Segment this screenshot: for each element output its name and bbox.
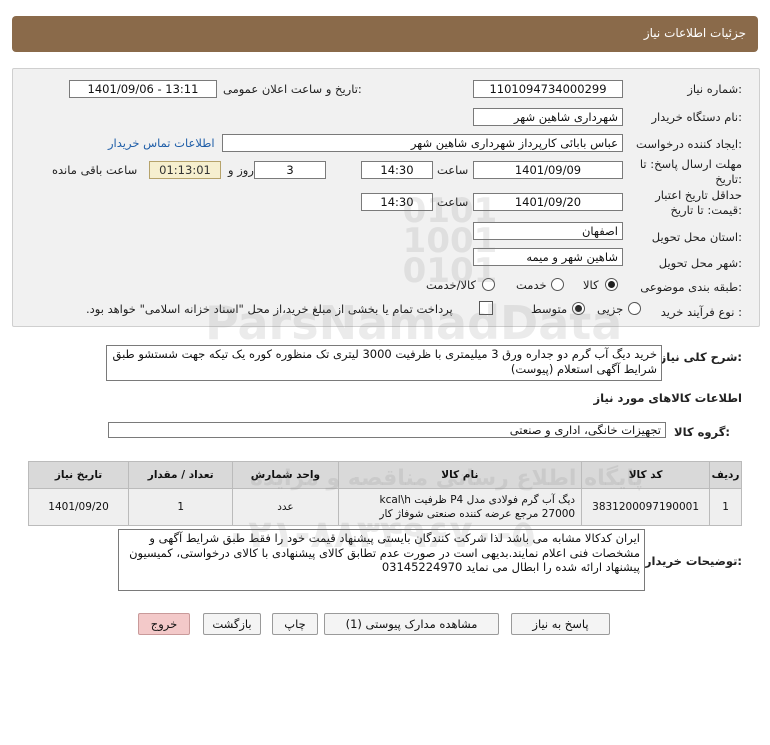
page-header: جزئیات اطلاعات نیاز — [12, 16, 758, 52]
process-minor-radio[interactable] — [628, 302, 641, 315]
col-item-code: کد کالا — [581, 461, 711, 489]
process-medium-radio[interactable] — [572, 302, 585, 315]
cell-quantity: 1 — [128, 488, 234, 526]
category-goods-radio[interactable] — [605, 278, 618, 291]
validity-time-field: 14:30 — [361, 193, 433, 211]
category-option-service-label: خدمت — [516, 278, 547, 292]
summary-label: شرح کلی نیاز: — [659, 350, 742, 364]
back-button[interactable]: بازگشت — [203, 613, 261, 635]
validity-time-label: ساعت — [437, 195, 469, 209]
days-field: 3 — [254, 161, 326, 179]
category-service-radio[interactable] — [551, 278, 564, 291]
announce-label: تاریخ و ساعت اعلان عمومی: — [223, 82, 362, 96]
category-label: طبقه بندی موضوعی: — [640, 280, 742, 294]
buyer-contact-link[interactable]: اطلاعات تماس خریدار — [108, 136, 215, 150]
deadline-label: مهلت ارسال پاسخ: تا — [639, 157, 742, 171]
reply-button[interactable]: پاسخ به نیاز — [511, 613, 610, 635]
deadline-time-label: ساعت — [437, 163, 469, 177]
province-label: استان محل تحویل: — [651, 230, 742, 244]
category-option-goods-label: کالا — [583, 278, 599, 292]
city-field: شاهین شهر و میمه — [473, 248, 623, 266]
goods-group-label: گروه کالا: — [674, 425, 730, 439]
col-unit: واحد شمارش — [232, 461, 339, 489]
col-quantity: تعداد / مقدار — [128, 461, 234, 489]
province-field: اصفهان — [473, 222, 623, 240]
goods-section-title: اطلاعات کالاهای مورد نیاز — [593, 391, 742, 405]
announce-field: 1401/09/06 - 13:11 — [69, 80, 217, 98]
need-number-label: شماره نیاز: — [687, 82, 742, 96]
summary-text: خرید دیگ آب گرم دو جداره ورق 3 میلیمتری … — [106, 345, 662, 381]
treasury-payment-note: پرداخت تمام یا بخشی از مبلغ خرید،از محل … — [86, 302, 453, 316]
validity-date-label: قیمت: تا تاریخ: — [670, 203, 742, 217]
remaining-label: ساعت باقی مانده — [52, 163, 138, 177]
exit-button[interactable]: خروج — [138, 613, 190, 635]
view-attachments-button[interactable]: مشاهده مدارک پیوستی (1) — [324, 613, 499, 635]
city-label: شهر محل تحویل: — [658, 256, 742, 270]
col-item-name: نام کالا — [337, 461, 583, 489]
cell-row-index: 1 — [709, 488, 742, 526]
goods-table: تاریخ نیاز تعداد / مقدار واحد شمارش نام … — [27, 461, 742, 526]
category-both-radio[interactable] — [482, 278, 495, 291]
buyer-notes-text: ایران کدکالا مشابه می باشد لذا شرکت کنند… — [118, 529, 645, 591]
process-option-medium-label: متوسط — [531, 302, 568, 316]
need-number-field: 1101094734000299 — [473, 80, 623, 98]
cell-item-name: دیگ آب گرم فولادی مدل P4 ظرفیت kcal\h 27… — [337, 488, 583, 526]
creator-field: عباس بابائی کارپرداز شهرداری شاهین شهر — [222, 134, 623, 152]
deadline-date-label: تاریخ: — [715, 172, 742, 186]
goods-table-header: تاریخ نیاز تعداد / مقدار واحد شمارش نام … — [27, 461, 742, 489]
deadline-time-field: 14:30 — [361, 161, 433, 179]
buyer-org-field: شهرداری شاهین شهر — [473, 108, 623, 126]
print-button[interactable]: چاپ — [272, 613, 318, 635]
category-option-both-label: کالا/خدمت — [426, 278, 477, 292]
cell-unit: عدد — [232, 488, 339, 526]
cell-item-code: 3831200097190001 — [581, 488, 711, 526]
buyer-org-label: نام دستگاه خریدار: — [651, 110, 742, 124]
col-row-index: ردیف — [709, 461, 742, 489]
validity-label: حداقل تاریخ اعتبار — [655, 188, 742, 202]
creator-label: ایجاد کننده درخواست: — [636, 137, 742, 151]
table-row: 1401/09/20 1 عدد دیگ آب گرم فولادی مدل P… — [27, 488, 742, 526]
days-label: روز و — [228, 163, 254, 177]
col-need-date: تاریخ نیاز — [27, 461, 130, 489]
page-title: جزئیات اطلاعات نیاز — [643, 26, 746, 40]
treasury-payment-checkbox[interactable] — [479, 301, 493, 315]
process-label: نوع فرآیند خرید : — [660, 305, 742, 319]
process-option-minor-label: جزیی — [597, 302, 624, 316]
cell-need-date: 1401/09/20 — [27, 488, 130, 526]
deadline-date-field: 1401/09/09 — [473, 161, 623, 179]
validity-date-field: 1401/09/20 — [473, 193, 623, 211]
goods-group-field: تجهیزات خانگی، اداری و صنعتی — [108, 422, 666, 438]
buyer-notes-label: توضیحات خریدار: — [644, 554, 742, 568]
remaining-time-field: 01:13:01 — [149, 161, 221, 179]
